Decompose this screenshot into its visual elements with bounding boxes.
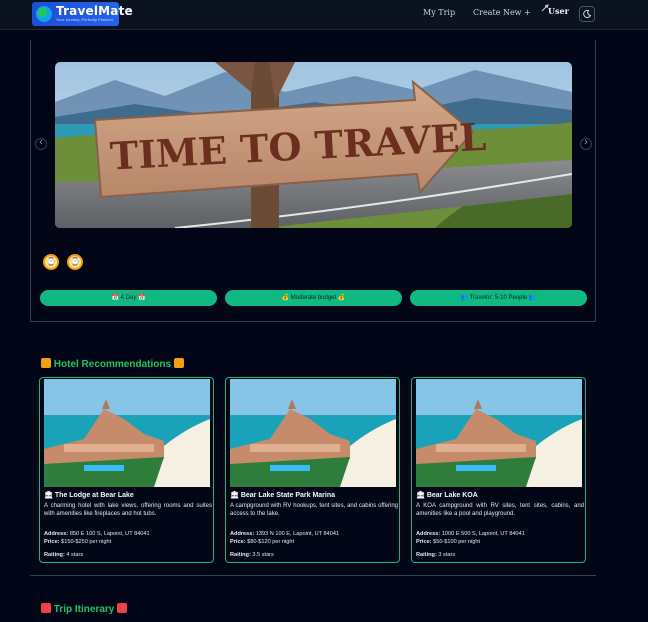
hotel-card[interactable]: 🏛 Bear Lake KOA A KOA campground with RV… — [411, 377, 586, 563]
itinerary-section-label: Trip Itinerary — [53, 604, 115, 615]
nav-my-trip[interactable]: My Trip — [423, 8, 455, 17]
hotel-icon — [173, 358, 184, 368]
brand-tagline: Your Journey, Perfectly Planned — [56, 17, 113, 22]
section-divider — [30, 575, 596, 576]
hotel-name: 🏛 The Lodge at Bear Lake — [44, 492, 134, 499]
itinerary-section-title: Trip Itinerary — [41, 603, 128, 615]
hotel-price: Price: $80-$120 per night — [230, 539, 295, 545]
hotel-price: Price: $50-$100 per night — [416, 539, 481, 545]
travelers-badge: 👥 Travelor: 5-10 People 👥 — [410, 290, 587, 306]
duration-badge: 📅 4 Day 📅 — [40, 290, 217, 306]
building-icon: 🏛 — [230, 492, 239, 499]
nav-create-new[interactable]: Create New + — [473, 8, 531, 17]
hero-image: TIME TO TRAVEL — [55, 62, 572, 228]
hotel-rating: Raiting: 4 stars — [44, 552, 84, 558]
hotel-description: A KOA campground with RV sites, tent sit… — [416, 503, 584, 518]
section-divider — [30, 321, 596, 322]
hotel-icon — [41, 358, 51, 368]
carousel-prev-button[interactable] — [35, 138, 47, 150]
moon-icon — [583, 9, 592, 18]
hotel-image — [230, 379, 396, 487]
hotel-card[interactable]: 🏛 Bear Lake State Park Marina A campgrou… — [225, 377, 400, 563]
globe-icon — [36, 6, 52, 22]
hotel-name: 🏛 Bear Lake State Park Marina — [230, 492, 336, 499]
chevron-right-icon — [584, 139, 588, 145]
carousel-next-button[interactable] — [580, 138, 592, 150]
hotel-description: A campground with RV hookups, tent sites… — [230, 503, 398, 518]
hotel-card[interactable]: 🏛 The Lodge at Bear Lake A charming hote… — [39, 377, 214, 563]
hotel-image — [44, 379, 210, 487]
hotel-rating: Raiting: 3 stars — [416, 552, 456, 558]
stopwatch-icon: ⌚ — [67, 254, 83, 270]
brand-logo[interactable]: TravelMate Your Journey, Perfectly Plann… — [32, 2, 133, 26]
top-navbar: TravelMate Your Journey, Perfectly Plann… — [0, 0, 648, 30]
chevron-left-icon — [39, 139, 43, 145]
hotel-section-label: Hotel Recommendations — [53, 359, 172, 370]
hotel-description: A charming hotel with lake views, offeri… — [44, 503, 212, 518]
hotel-address: Address: 850 E 100 S, Lapoint, UT 84041 — [44, 531, 150, 537]
user-menu[interactable]: User — [548, 6, 569, 16]
sled-icon — [117, 603, 128, 613]
hotel-name: 🏛 Bear Lake KOA — [416, 492, 478, 499]
hotel-price: Price: $150-$250 per night — [44, 539, 112, 545]
hotel-rating: Raiting: 3.5 stars — [230, 552, 274, 558]
building-icon: 🏛 — [416, 492, 425, 499]
budget-badge: 💰 Moderate budget 💰 — [225, 290, 402, 306]
stopwatch-icon: ⌚ — [43, 254, 59, 270]
brand-name: TravelMate — [56, 4, 133, 18]
building-icon: 🏛 — [44, 492, 53, 499]
sled-icon — [41, 603, 51, 613]
hotel-address: Address: 1000 E 500 S, Lapoint, UT 84041 — [416, 531, 525, 537]
theme-toggle-button[interactable] — [579, 6, 595, 22]
hotel-image — [416, 379, 582, 487]
hotel-section-title: Hotel Recommendations — [41, 358, 184, 370]
hotel-address: Address: 1393 N 100 E, Lapoint, UT 84041 — [230, 531, 340, 537]
